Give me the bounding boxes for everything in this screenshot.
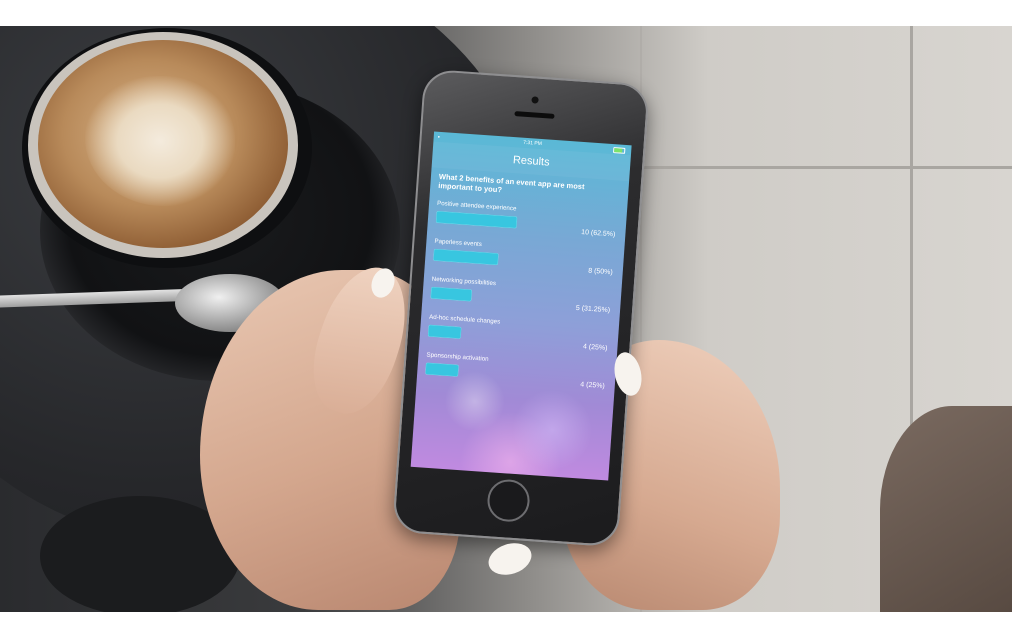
battery-icon [613, 147, 626, 154]
floor-tile-seam [620, 166, 1012, 169]
result-value: 5 (31.25%) [575, 304, 611, 315]
result-bar [425, 362, 459, 377]
result-value: 8 (50%) [587, 267, 613, 277]
result-bar [435, 210, 518, 229]
results-list: Positive attendee experience 10 (62.5%) … [424, 200, 619, 402]
result-bar [427, 324, 462, 339]
result-bar [433, 248, 499, 266]
front-camera-icon [531, 96, 539, 104]
status-time: 7:31 PM [523, 139, 543, 148]
speaker-grille [514, 111, 555, 119]
result-value: 4 (25%) [582, 343, 608, 353]
result-value: 4 (25%) [580, 381, 605, 391]
sleeve [880, 406, 1012, 612]
phone-body: • 7:31 PM Results What 2 benefits of an … [392, 68, 650, 548]
result-value: 10 (62.5%) [580, 229, 616, 239]
phone-screen: • 7:31 PM Results What 2 benefits of an … [410, 131, 632, 481]
result-label: Positive attendee experience [436, 199, 517, 213]
result-bar [430, 286, 473, 302]
home-button[interactable] [486, 478, 531, 524]
smartphone: • 7:31 PM Results What 2 benefits of an … [392, 68, 650, 548]
